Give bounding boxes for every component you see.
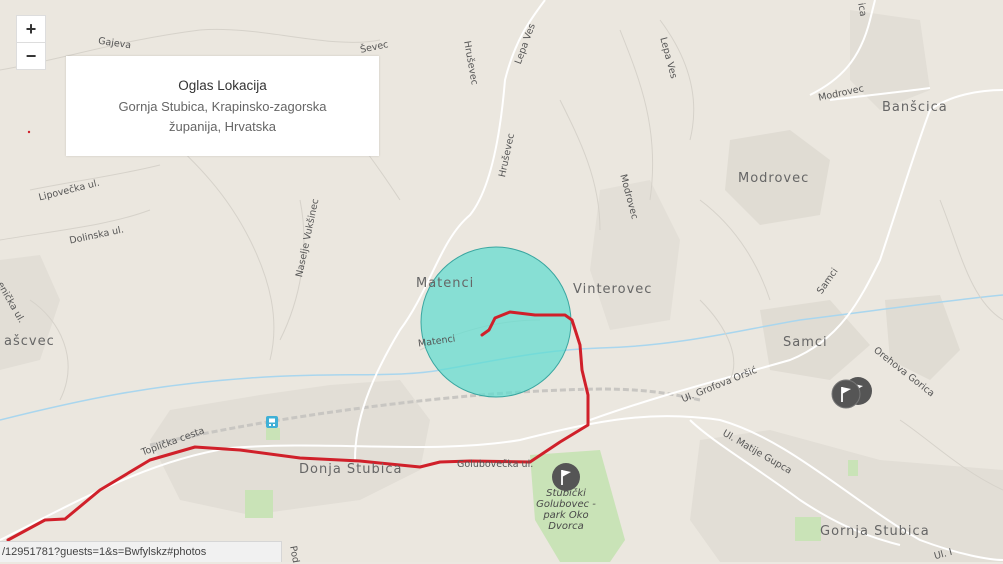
place-label: Matenci	[416, 276, 475, 291]
map-canvas[interactable]: Banšcica Modrovec Vinterovec Matenci Sam…	[0, 0, 1003, 564]
route-dot-left	[27, 130, 31, 134]
location-area-circle	[420, 246, 572, 398]
bus-stop-icon[interactable]	[265, 415, 279, 429]
place-label: Gornja Stubica	[820, 524, 930, 539]
park-small-4	[266, 428, 280, 440]
built-area-gornja-stubica	[690, 430, 1003, 562]
zoom-out-button[interactable]: −	[16, 42, 46, 70]
place-label: Donja Stubica	[299, 462, 403, 477]
place-label: Vinterovec	[573, 282, 653, 297]
place-label: ašcvec	[4, 334, 55, 349]
zoom-in-button[interactable]: +	[16, 15, 46, 43]
flag-marker-icon[interactable]	[551, 462, 581, 492]
built-area-west	[0, 255, 60, 370]
park-small-1	[245, 490, 273, 518]
built-area-banscica	[850, 10, 930, 110]
info-box-address: Gornja Stubica, Krapinsko-zagorska župan…	[118, 99, 327, 134]
flag-marker-icon[interactable]	[831, 379, 861, 409]
street-label: Golubovečka ul.	[457, 459, 534, 470]
park-small-3	[848, 460, 858, 476]
place-label: Samci	[783, 335, 828, 350]
park-small-2	[795, 517, 821, 541]
status-bar-url: /12951781?guests=1&s=Bwfylskz#photos	[0, 541, 282, 562]
location-info-box: Oglas Lokacija Gornja Stubica, Krapinsko…	[66, 56, 379, 156]
info-box-title: Oglas Lokacija	[178, 78, 267, 93]
place-label: Modrovec	[738, 171, 810, 186]
park-poi-label[interactable]: Stubički Golubovec - park Oko Dvorca	[533, 488, 599, 532]
street-label: ica	[855, 2, 869, 18]
place-label: Banšcica	[882, 100, 948, 115]
